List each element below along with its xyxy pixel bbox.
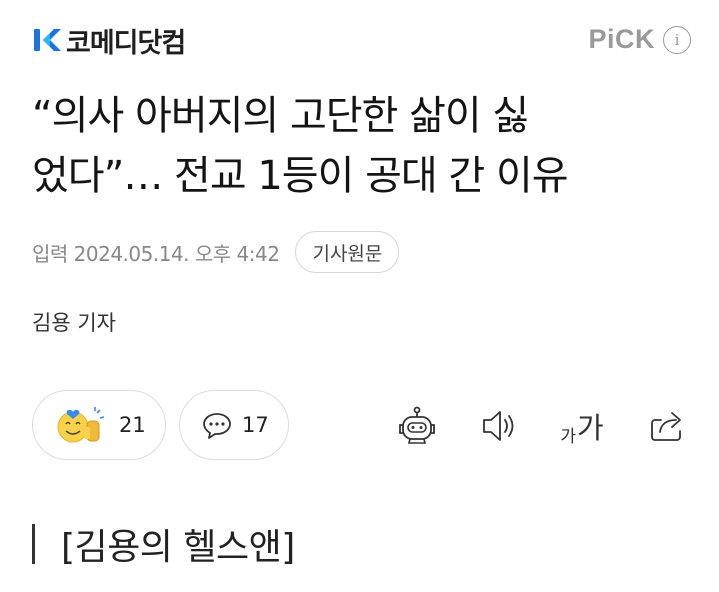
reaction-emoji-icon <box>57 407 105 443</box>
pick-label: PiCK <box>588 24 655 54</box>
reporter-name[interactable]: 김용 기자 <box>32 307 116 337</box>
logo-mark-icon <box>34 29 61 51</box>
speaker-icon <box>483 411 514 441</box>
article-meta: 입력 2024.05.14. 오후 4:42 기사원문 <box>32 230 400 274</box>
section-bar <box>32 524 35 564</box>
font-small-glyph: 가 <box>560 427 576 447</box>
pick-badge[interactable]: PiCK i <box>588 24 691 55</box>
article-title: “의사 아버지의 고단한 삶이 싫 었다”… 전교 1등이 공대 간 이유 <box>32 86 692 206</box>
comment-button[interactable]: 17 <box>179 390 289 460</box>
app-header: 코메디닷컴 PiCK i <box>0 0 719 80</box>
text-to-speech-button[interactable] <box>479 406 521 446</box>
font-big-glyph: 가 <box>576 411 604 445</box>
action-bar: 21 17 가 가 <box>32 390 692 462</box>
share-icon <box>651 412 681 441</box>
reaction-button[interactable]: 21 <box>32 390 166 460</box>
comment-icon <box>203 413 231 439</box>
font-size-button[interactable]: 가 가 <box>557 405 607 447</box>
title-line-1: “의사 아버지의 고단한 삶이 싫 <box>32 93 529 139</box>
comment-count: 17 <box>242 413 269 437</box>
section-heading-text: [김용의 헬스앤] <box>61 527 295 568</box>
title-line-2: 었다”… 전교 1등이 공대 간 이유 <box>32 153 569 199</box>
site-logo[interactable]: 코메디닷컴 <box>32 22 186 59</box>
info-icon[interactable]: i <box>663 25 691 54</box>
reaction-count: 21 <box>119 413 146 437</box>
font-size-icon: 가 가 <box>560 405 603 447</box>
share-button[interactable] <box>646 406 688 446</box>
original-article-button[interactable]: 기사원문 <box>295 231 400 273</box>
summary-bot-button[interactable] <box>396 406 438 446</box>
robot-summary-icon <box>399 406 435 444</box>
publish-date: 입력 2024.05.14. 오후 4:42 <box>32 241 280 266</box>
section-heading: [김용의 헬스앤] <box>32 520 295 568</box>
logo-text: 코메디닷컴 <box>66 27 186 59</box>
